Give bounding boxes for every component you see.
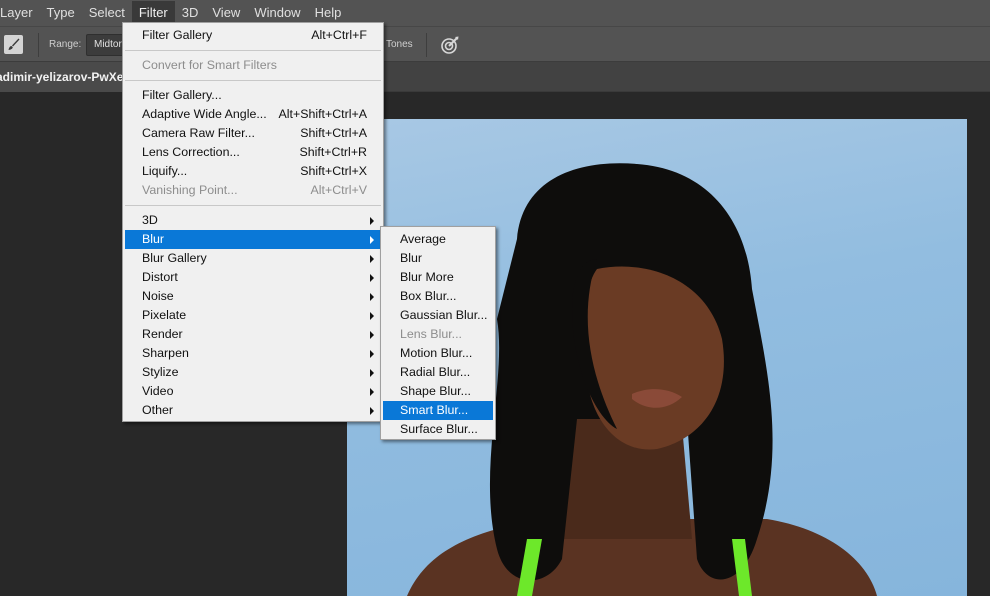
menu-layer[interactable]: Layer (0, 1, 40, 25)
menu-item-blur-gallery[interactable]: Blur Gallery (125, 249, 381, 268)
menu-item-label: Filter Gallery... (142, 88, 222, 102)
target-airbrush-icon[interactable] (440, 35, 460, 55)
menu-item-label: Pixelate (142, 308, 187, 322)
menu-item-label: Lens Correction... (142, 145, 240, 159)
menu-item-shortcut: Shift+Ctrl+R (299, 145, 367, 159)
submenu-item-shape-blur[interactable]: Shape Blur... (383, 382, 493, 401)
submenu-item-gaussian-blur[interactable]: Gaussian Blur... (383, 306, 493, 325)
menu-item-3d[interactable]: 3D (125, 211, 381, 230)
submenu-item-smart-blur[interactable]: Smart Blur... (383, 401, 493, 420)
menu-item-label: Shape Blur... (400, 384, 471, 398)
menu-item-label: Convert for Smart Filters (142, 58, 277, 72)
submenu-arrow-icon (370, 255, 374, 263)
menu-item-shortcut: Alt+Shift+Ctrl+A (278, 107, 368, 121)
submenu-item-lens-blur: Lens Blur... (383, 325, 493, 344)
document-tab[interactable]: adimir-yelizarov-PwXek_ (0, 62, 125, 92)
menu-item-label: Blur More (400, 270, 454, 284)
menu-item-label: 3D (142, 213, 158, 227)
submenu-item-box-blur[interactable]: Box Blur... (383, 287, 493, 306)
menu-item-vanishing-point: Vanishing Point... Alt+Ctrl+V (125, 181, 381, 200)
menu-item-stylize[interactable]: Stylize (125, 363, 381, 382)
submenu-arrow-icon (370, 331, 374, 339)
menu-item-shortcut: Alt+Ctrl+F (311, 28, 367, 42)
menu-item-liquify[interactable]: Liquify... Shift+Ctrl+X (125, 162, 381, 181)
menu-item-video[interactable]: Video (125, 382, 381, 401)
menu-item-sharpen[interactable]: Sharpen (125, 344, 381, 363)
menu-item-lens-correction[interactable]: Lens Correction... Shift+Ctrl+R (125, 143, 381, 162)
brush-icon (8, 38, 20, 50)
menu-separator (125, 80, 381, 81)
menu-item-shortcut: Shift+Ctrl+A (300, 126, 367, 140)
menu-item-camera-raw-filter[interactable]: Camera Raw Filter... Shift+Ctrl+A (125, 124, 381, 143)
submenu-arrow-icon (370, 236, 374, 244)
filter-menu: Filter Gallery Alt+Ctrl+F Convert for Sm… (122, 22, 384, 422)
menu-item-filter-gallery[interactable]: Filter Gallery... (125, 86, 381, 105)
menu-item-label: Noise (142, 289, 174, 303)
menu-item-label: Distort (142, 270, 178, 284)
submenu-item-blur[interactable]: Blur (383, 249, 493, 268)
menu-item-label: Radial Blur... (400, 365, 471, 379)
submenu-arrow-icon (370, 312, 374, 320)
photoshop-window: Layer Type Select Filter 3D View Window … (0, 0, 990, 596)
menu-item-label: Sharpen (142, 346, 189, 360)
menu-separator (125, 50, 381, 51)
menu-item-label: Motion Blur... (400, 346, 473, 360)
menu-item-label: Blur (142, 232, 165, 246)
tool-preset-button[interactable] (4, 35, 23, 54)
menu-item-label: Blur Gallery (142, 251, 207, 265)
menu-item-label: Surface Blur... (400, 422, 478, 436)
submenu-arrow-icon (370, 217, 374, 225)
menu-type[interactable]: Type (40, 1, 82, 25)
menu-item-filter-gallery-last[interactable]: Filter Gallery Alt+Ctrl+F (125, 26, 381, 45)
submenu-arrow-icon (370, 293, 374, 301)
menu-item-convert-smart-filters: Convert for Smart Filters (125, 56, 381, 75)
menu-separator (125, 205, 381, 206)
menu-item-label: Video (142, 384, 174, 398)
submenu-item-blur-more[interactable]: Blur More (383, 268, 493, 287)
submenu-item-surface-blur[interactable]: Surface Blur... (383, 420, 493, 439)
menu-item-blur[interactable]: Blur (125, 230, 381, 249)
menu-item-noise[interactable]: Noise (125, 287, 381, 306)
submenu-arrow-icon (370, 350, 374, 358)
blur-submenu: Average Blur Blur More Box Blur... Gauss… (380, 226, 496, 440)
submenu-arrow-icon (370, 369, 374, 377)
menu-item-label: Liquify... (142, 164, 188, 178)
menu-item-label: Average (400, 232, 446, 246)
menu-item-shortcut: Alt+Ctrl+V (310, 183, 367, 197)
menu-item-render[interactable]: Render (125, 325, 381, 344)
menu-item-label: Filter Gallery (142, 28, 213, 42)
options-divider (426, 33, 427, 57)
submenu-arrow-icon (370, 407, 374, 415)
submenu-item-average[interactable]: Average (383, 230, 493, 249)
options-divider (38, 33, 39, 57)
document-tab-title: adimir-yelizarov-PwXek_ (0, 70, 125, 84)
submenu-item-radial-blur[interactable]: Radial Blur... (383, 363, 493, 382)
menu-item-label: Other (142, 403, 173, 417)
menu-item-distort[interactable]: Distort (125, 268, 381, 287)
menu-item-label: Vanishing Point... (142, 183, 238, 197)
submenu-item-motion-blur[interactable]: Motion Blur... (383, 344, 493, 363)
submenu-arrow-icon (370, 274, 374, 282)
menu-item-label: Gaussian Blur... (400, 308, 488, 322)
menu-item-label: Render (142, 327, 183, 341)
menu-item-pixelate[interactable]: Pixelate (125, 306, 381, 325)
menu-item-label: Blur (400, 251, 423, 265)
menu-item-adaptive-wide-angle[interactable]: Adaptive Wide Angle... Alt+Shift+Ctrl+A (125, 105, 381, 124)
menu-item-label: Smart Blur... (400, 403, 469, 417)
menu-item-label: Camera Raw Filter... (142, 126, 255, 140)
menu-item-label: Adaptive Wide Angle... (142, 107, 267, 121)
submenu-arrow-icon (370, 388, 374, 396)
range-label: Range: (49, 39, 82, 50)
menu-item-label: Box Blur... (400, 289, 457, 303)
menu-item-label: Lens Blur... (400, 327, 462, 341)
menu-item-shortcut: Shift+Ctrl+X (300, 164, 367, 178)
menu-item-label: Stylize (142, 365, 179, 379)
menu-item-other[interactable]: Other (125, 401, 381, 420)
protect-tones-label[interactable]: Tones (386, 39, 413, 50)
